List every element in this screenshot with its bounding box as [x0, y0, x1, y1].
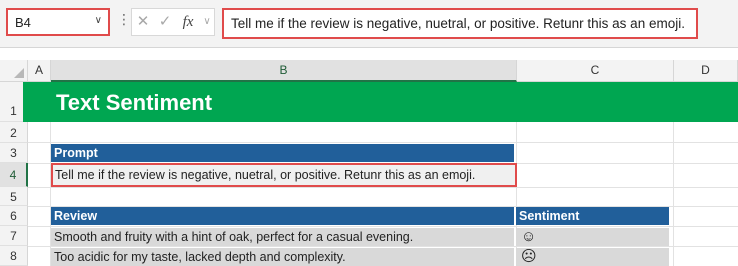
name-box-value: B4 — [15, 14, 31, 30]
row-header-7[interactable]: 7 — [0, 226, 28, 246]
gridline — [28, 187, 738, 188]
select-all-button[interactable] — [0, 60, 28, 82]
insert-function-button[interactable]: fx — [176, 14, 200, 31]
column-header-b[interactable]: B — [51, 60, 517, 82]
gridline — [28, 246, 738, 247]
prompt-header-cell[interactable]: Prompt — [51, 144, 514, 162]
formula-input[interactable]: Tell me if the review is negative, nuetr… — [222, 8, 698, 39]
row-header-2[interactable]: 2 — [0, 122, 28, 143]
sentiment-cell[interactable]: ☹ — [516, 248, 669, 266]
review-cell[interactable]: Too acidic for my taste, lacked depth an… — [51, 248, 514, 266]
row-header-8[interactable]: 8 — [0, 246, 28, 266]
row-header-3[interactable]: 3 — [0, 143, 28, 163]
review-header-cell[interactable]: Review — [51, 207, 514, 225]
column-header-d[interactable]: D — [674, 60, 738, 82]
frown-icon: ☹ — [521, 248, 537, 265]
gridline — [28, 226, 738, 227]
sentiment-cell[interactable]: ☺ — [516, 228, 669, 246]
row-header-4[interactable]: 4 — [0, 163, 28, 187]
enter-check-icon[interactable]: ✓ — [154, 9, 176, 35]
select-all-icon — [14, 68, 24, 78]
formula-actions: ✕ ✓ fx ∨ — [131, 8, 215, 36]
sentiment-header-cell[interactable]: Sentiment — [516, 207, 669, 225]
name-box[interactable]: B4 ∨ — [6, 8, 110, 36]
formula-bar: B4 ∨ ⋮ ✕ ✓ fx ∨ Tell me if the review is… — [0, 0, 738, 48]
chevron-down-icon[interactable]: ∨ — [95, 15, 102, 26]
column-header-a[interactable]: A — [28, 60, 51, 82]
gridline — [28, 142, 738, 143]
cancel-icon[interactable]: ✕ — [132, 9, 154, 35]
row-header-5[interactable]: 5 — [0, 187, 28, 206]
review-cell[interactable]: Smooth and fruity with a hint of oak, pe… — [51, 228, 514, 246]
column-header-c[interactable]: C — [517, 60, 674, 82]
prompt-cell[interactable]: Tell me if the review is negative, nuetr… — [51, 163, 517, 187]
row-header-6[interactable]: 6 — [0, 206, 28, 226]
sheet-title: Text Sentiment — [56, 90, 213, 115]
more-options-icon[interactable]: ⋮ — [117, 12, 131, 26]
chevron-down-icon[interactable]: ∨ — [200, 9, 214, 35]
smiley-icon: ☺ — [521, 228, 537, 245]
